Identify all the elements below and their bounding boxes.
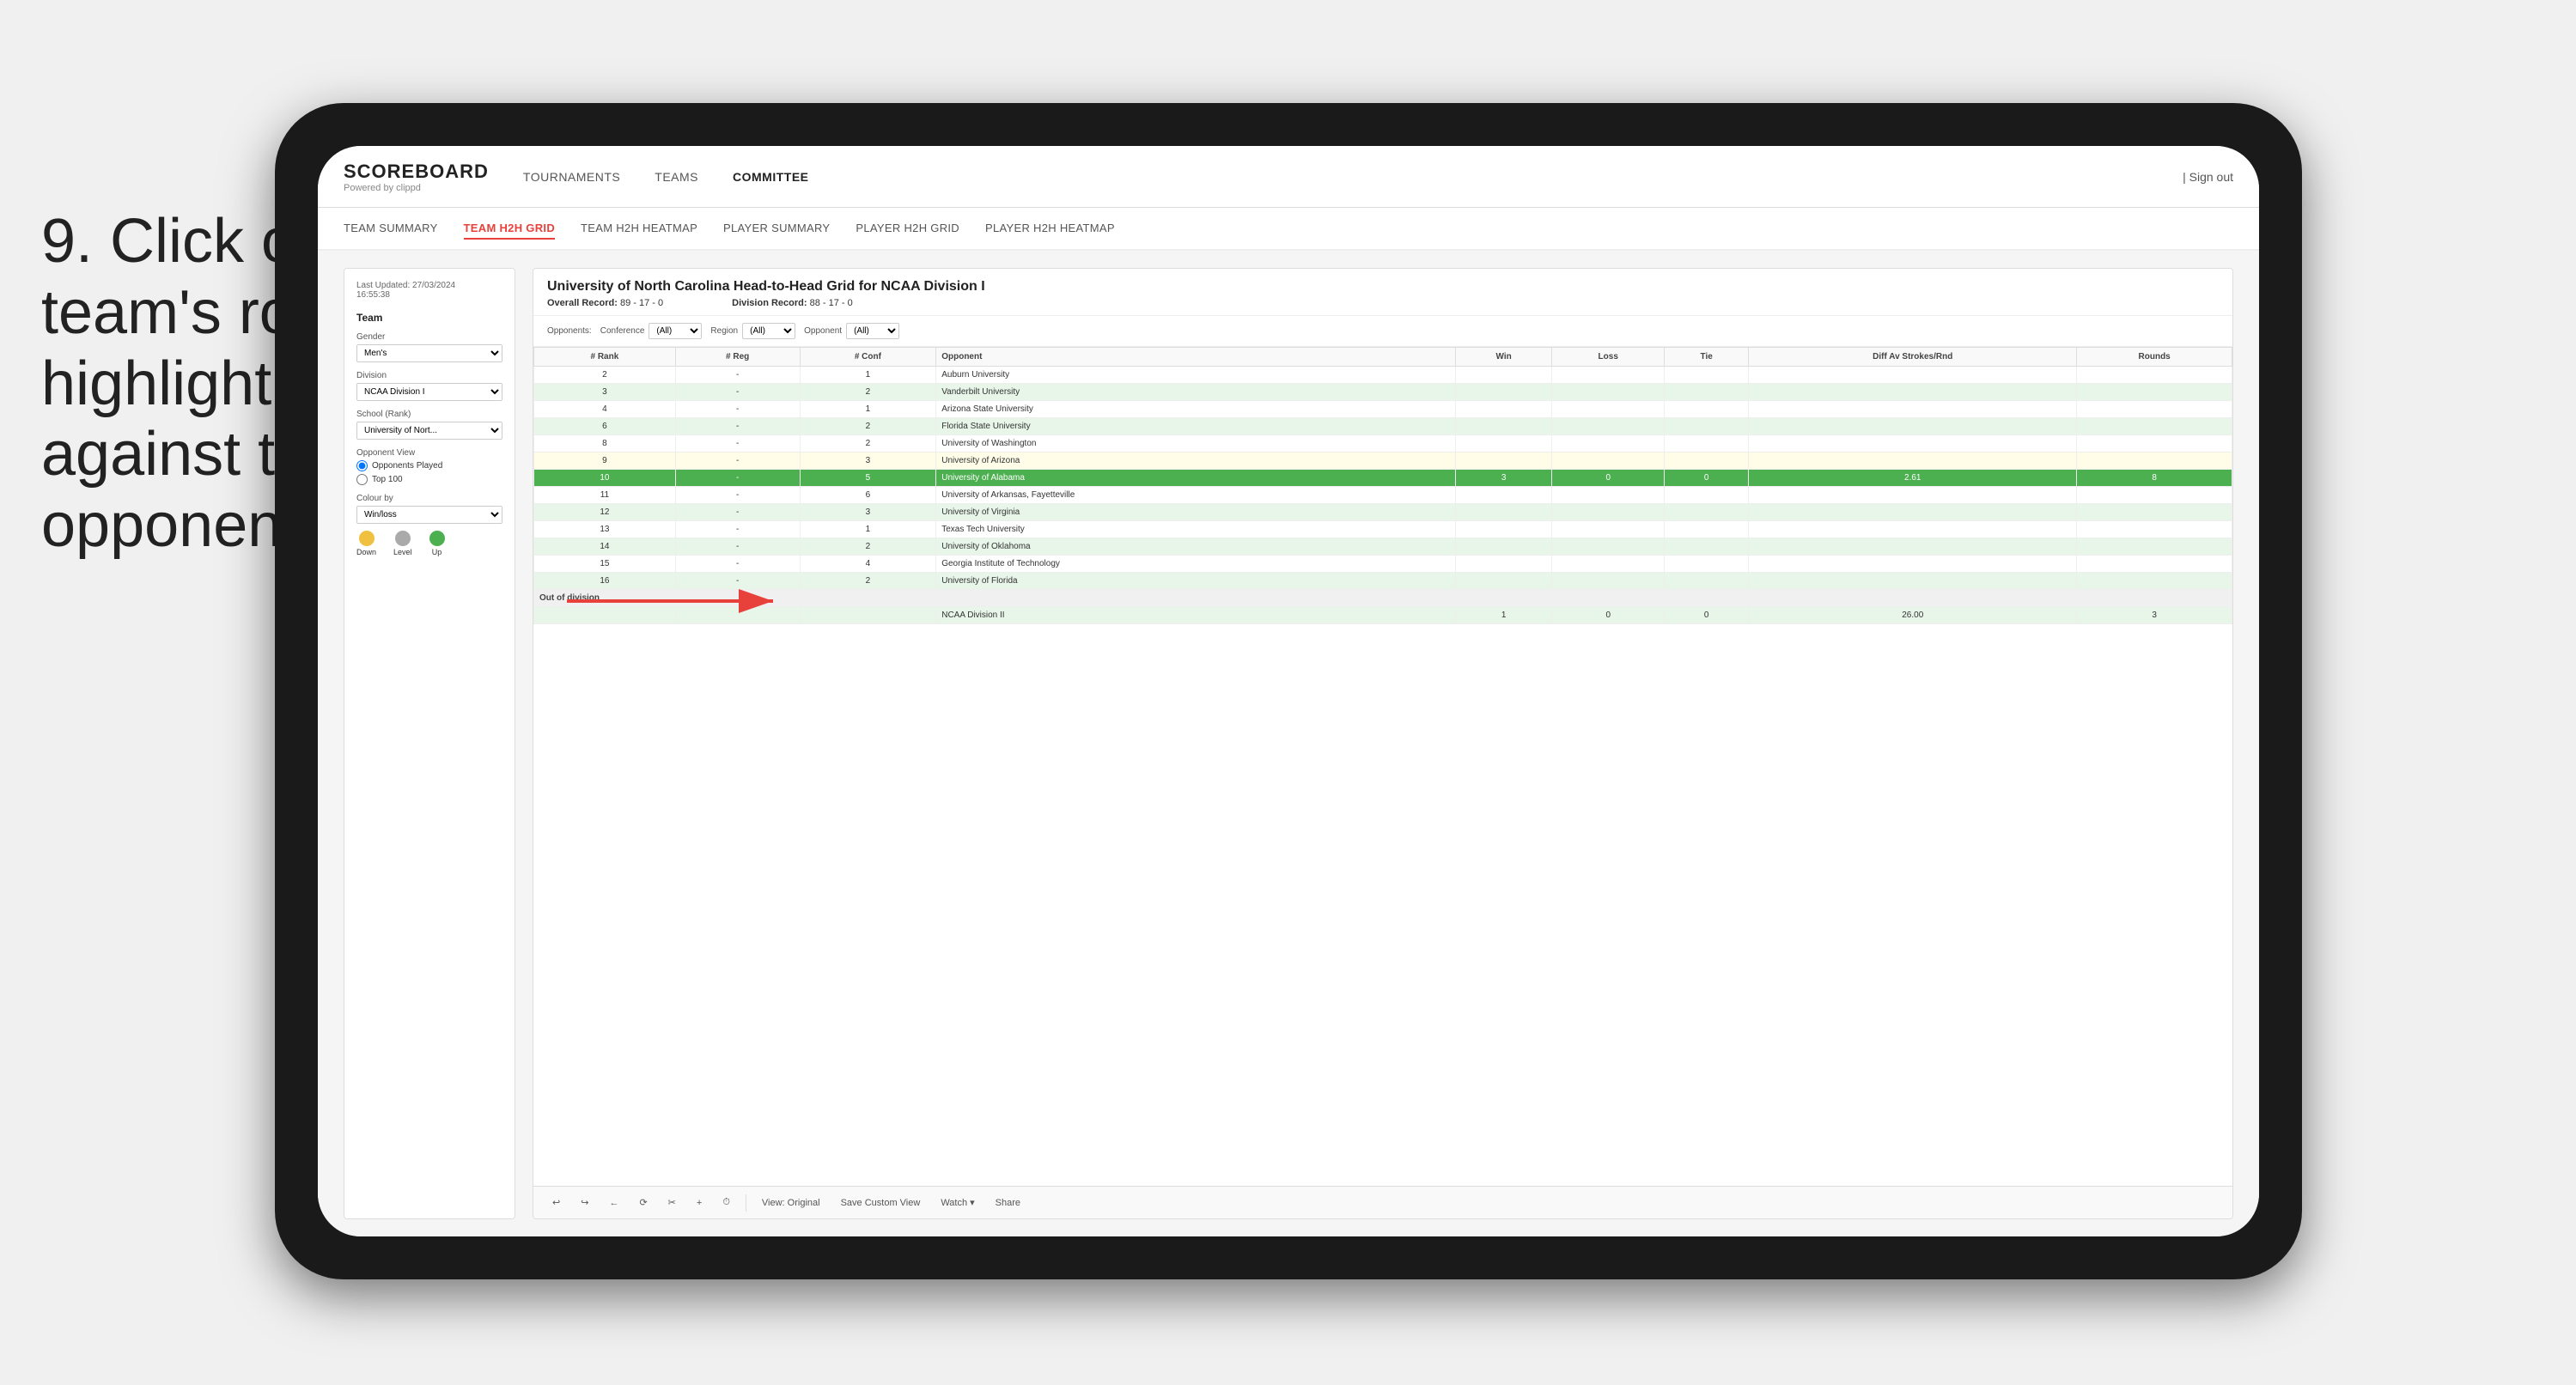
col-conf: # Conf bbox=[800, 348, 936, 367]
team-label: Team bbox=[356, 312, 502, 324]
radio-top100[interactable]: Top 100 bbox=[356, 474, 502, 485]
tab-team-summary[interactable]: TEAM SUMMARY bbox=[344, 218, 438, 240]
table-row[interactable]: 2-1Auburn University bbox=[534, 367, 2232, 384]
division-label: Division bbox=[356, 371, 502, 380]
gender-select[interactable]: Men's bbox=[356, 344, 502, 362]
filter-conference-select[interactable]: (All) bbox=[649, 323, 702, 339]
grid-filters: Opponents: Conference (All) Region (All) bbox=[533, 316, 2232, 347]
overall-record: Overall Record: 89 - 17 - 0 bbox=[547, 298, 663, 308]
scissors-btn[interactable]: ✂ bbox=[663, 1194, 681, 1211]
table-row[interactable]: 8-2University of Washington bbox=[534, 435, 2232, 453]
table-row[interactable]: 16-2University of Florida bbox=[534, 573, 2232, 590]
filter-region-group: Region (All) bbox=[710, 323, 795, 339]
filter-conference-group: Conference (All) bbox=[600, 323, 703, 339]
legend-down: Down bbox=[356, 531, 376, 556]
division-record: Division Record: 88 - 17 - 0 bbox=[732, 298, 853, 308]
col-rank: # Rank bbox=[534, 348, 676, 367]
view-original-btn[interactable]: View: Original bbox=[757, 1195, 825, 1211]
nav-tournaments[interactable]: TOURNAMENTS bbox=[523, 167, 620, 187]
bottom-toolbar: ↩ ↪ ← ⟳ ✂ + ⏱ View: Original Save Custom… bbox=[533, 1186, 2232, 1218]
grid-records: Overall Record: 89 - 17 - 0 Division Rec… bbox=[547, 298, 2219, 308]
division-select[interactable]: NCAA Division I bbox=[356, 383, 502, 401]
col-reg: # Reg bbox=[675, 348, 800, 367]
legend-row: Down Level Up bbox=[356, 531, 502, 556]
table-row[interactable]: 9-3University of Arizona bbox=[534, 453, 2232, 470]
tablet-frame: SCOREBOARD Powered by clippd TOURNAMENTS… bbox=[275, 103, 2302, 1279]
gender-label: Gender bbox=[356, 332, 502, 342]
col-diff: Diff Av Strokes/Rnd bbox=[1749, 348, 2077, 367]
data-table: # Rank # Reg # Conf Opponent Win Loss Ti… bbox=[533, 347, 2232, 1186]
legend-dot-level bbox=[395, 531, 411, 546]
filter-region-select[interactable]: (All) bbox=[742, 323, 795, 339]
table-row[interactable]: 4-1Arizona State University bbox=[534, 401, 2232, 418]
table-row[interactable]: 3-2Vanderbilt University bbox=[534, 384, 2232, 401]
table-row[interactable]: 10-5University of Alabama3002.618 bbox=[534, 470, 2232, 487]
grid-container: University of North Carolina Head-to-Hea… bbox=[533, 268, 2233, 1219]
table-row[interactable]: 11-6University of Arkansas, Fayetteville bbox=[534, 487, 2232, 504]
tab-team-h2h-grid[interactable]: TEAM H2H GRID bbox=[464, 218, 555, 240]
tab-team-h2h-heatmap[interactable]: TEAM H2H HEATMAP bbox=[581, 218, 697, 240]
colour-by-label: Colour by bbox=[356, 494, 502, 503]
plus-btn[interactable]: + bbox=[691, 1195, 707, 1211]
tab-player-h2h-grid[interactable]: PLAYER H2H GRID bbox=[856, 218, 959, 240]
opponent-view: Opponent View Opponents Played Top 100 bbox=[356, 448, 502, 485]
col-rounds: Rounds bbox=[2077, 348, 2232, 367]
main-panel: University of North Carolina Head-to-Hea… bbox=[533, 268, 2233, 1219]
sidebar: Last Updated: 27/03/2024 16:55:38 Team G… bbox=[344, 268, 515, 1219]
logo-area: SCOREBOARD Powered by clippd bbox=[344, 161, 489, 193]
tablet-screen: SCOREBOARD Powered by clippd TOURNAMENTS… bbox=[318, 146, 2259, 1236]
sign-out[interactable]: | Sign out bbox=[2183, 170, 2233, 184]
filter-opponents-label: Opponents: bbox=[547, 326, 592, 336]
table-row[interactable]: 14-2University of Oklahoma bbox=[534, 538, 2232, 556]
opponent-view-label: Opponent View bbox=[356, 448, 502, 458]
tab-player-summary[interactable]: PLAYER SUMMARY bbox=[723, 218, 830, 240]
nav-links: TOURNAMENTS TEAMS COMMITTEE bbox=[523, 167, 2183, 187]
logo-title: SCOREBOARD bbox=[344, 161, 489, 183]
col-tie: Tie bbox=[1665, 348, 1749, 367]
col-opponent: Opponent bbox=[936, 348, 1456, 367]
logo-subtitle: Powered by clippd bbox=[344, 183, 489, 193]
legend-dot-up bbox=[429, 531, 445, 546]
table-row[interactable]: 12-3University of Virginia bbox=[534, 504, 2232, 521]
filter-opponent-select[interactable]: (All) bbox=[846, 323, 899, 339]
filter-opponent-group: Opponent (All) bbox=[804, 323, 899, 339]
grid-title: University of North Carolina Head-to-Hea… bbox=[547, 279, 2219, 295]
table-row[interactable]: 15-4Georgia Institute of Technology bbox=[534, 556, 2232, 573]
share-btn[interactable]: Share bbox=[990, 1195, 1026, 1211]
tab-player-h2h-heatmap[interactable]: PLAYER H2H HEATMAP bbox=[985, 218, 1115, 240]
table-row[interactable]: 6-2Florida State University bbox=[534, 418, 2232, 435]
redo-btn[interactable]: ↪ bbox=[575, 1194, 594, 1211]
top-nav: SCOREBOARD Powered by clippd TOURNAMENTS… bbox=[318, 146, 2259, 208]
main-content: Last Updated: 27/03/2024 16:55:38 Team G… bbox=[318, 251, 2259, 1236]
nav-committee[interactable]: COMMITTEE bbox=[733, 167, 809, 187]
legend-up: Up bbox=[429, 531, 445, 556]
radio-opponents-played[interactable]: Opponents Played bbox=[356, 460, 502, 471]
legend-level: Level bbox=[393, 531, 412, 556]
school-label: School (Rank) bbox=[356, 410, 502, 419]
refresh-btn[interactable]: ⟳ bbox=[634, 1194, 652, 1211]
school-select[interactable]: University of Nort... bbox=[356, 422, 502, 440]
save-custom-btn[interactable]: Save Custom View bbox=[836, 1195, 926, 1211]
back-btn[interactable]: ← bbox=[604, 1195, 624, 1211]
watch-btn[interactable]: Watch ▾ bbox=[935, 1194, 979, 1211]
grid-header: University of North Carolina Head-to-Hea… bbox=[533, 269, 2232, 316]
colour-select[interactable]: Win/loss bbox=[356, 506, 502, 524]
last-updated: Last Updated: 27/03/2024 16:55:38 bbox=[356, 281, 502, 300]
undo-btn[interactable]: ↩ bbox=[547, 1194, 565, 1211]
sub-nav: TEAM SUMMARY TEAM H2H GRID TEAM H2H HEAT… bbox=[318, 208, 2259, 251]
table-row[interactable]: 13-1Texas Tech University bbox=[534, 521, 2232, 538]
legend-dot-down bbox=[359, 531, 375, 546]
col-loss: Loss bbox=[1552, 348, 1665, 367]
out-of-division-row[interactable]: NCAA Division II10026.003 bbox=[534, 607, 2232, 624]
col-win: Win bbox=[1455, 348, 1551, 367]
colour-section: Colour by Win/loss Down Level bbox=[356, 494, 502, 556]
nav-teams[interactable]: TEAMS bbox=[655, 167, 698, 187]
clock-btn[interactable]: ⏱ bbox=[717, 1194, 735, 1211]
